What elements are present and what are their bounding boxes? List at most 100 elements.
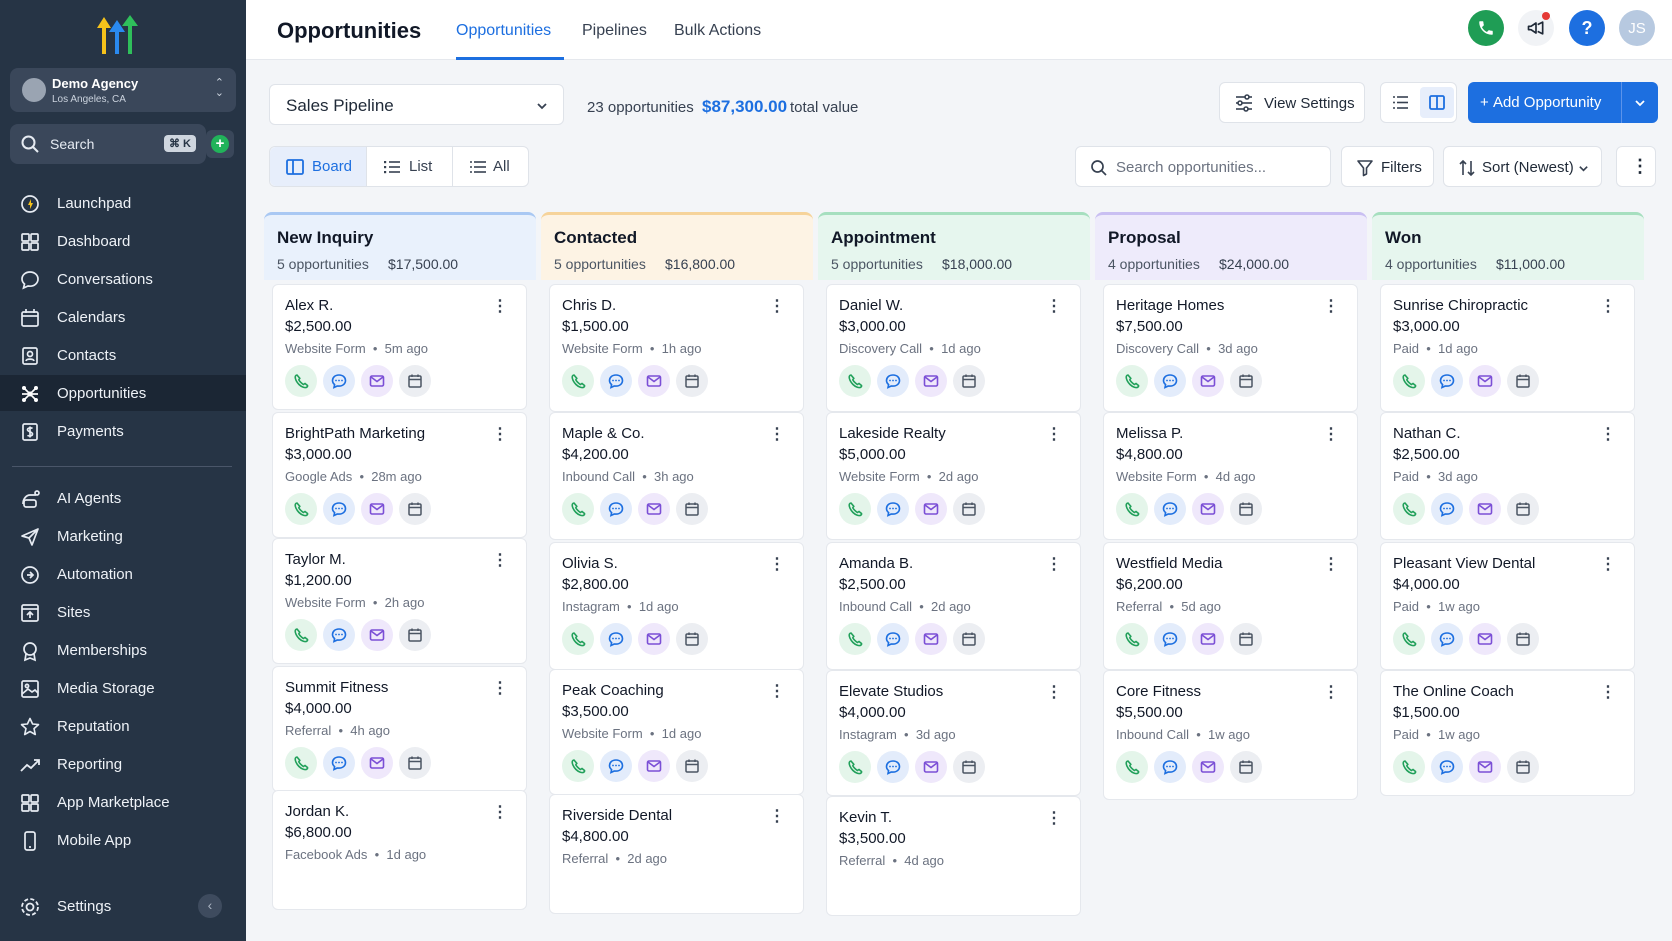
opportunity-card[interactable]: Riverside Dental ⋮ $4,800.00 Referral • 2d … [549,794,804,914]
sms-action-button[interactable] [600,365,632,397]
sms-action-button[interactable] [323,365,355,397]
card-menu-button[interactable]: ⋮ [492,681,508,697]
email-action-button[interactable] [361,619,393,651]
card-menu-button[interactable]: ⋮ [769,299,785,315]
email-action-button[interactable] [915,365,947,397]
email-action-button[interactable] [361,365,393,397]
card-menu-button[interactable]: ⋮ [1600,427,1616,443]
user-avatar[interactable]: JS [1619,10,1655,46]
chevron-down-icon[interactable] [1634,97,1646,109]
opportunity-card[interactable]: Melissa P. ⋮ $4,800.00 Website Form • 4d ag… [1103,412,1358,540]
calendar-action-button[interactable] [1507,623,1539,655]
tab-pipelines[interactable]: Pipelines [582,22,647,40]
sms-action-button[interactable] [600,623,632,655]
view-tab-list[interactable]: List [367,147,452,186]
calendar-action-button[interactable] [953,623,985,655]
opportunity-card[interactable]: Pleasant View Dental ⋮ $4,000.00 Paid • 1w … [1380,542,1635,670]
calendar-action-button[interactable] [676,365,708,397]
opportunity-card[interactable]: Summit Fitness ⋮ $4,000.00 Referral • 4h ag… [272,666,527,792]
email-action-button[interactable] [1192,493,1224,525]
opportunity-card[interactable]: BrightPath Marketing ⋮ $3,000.00 Google Ads… [272,412,527,538]
card-menu-button[interactable]: ⋮ [1323,427,1339,443]
add-opportunity-button[interactable]: + Add Opportunity [1468,82,1658,123]
opportunity-card[interactable]: Chris D. ⋮ $1,500.00 Website Form • 1h ago [549,284,804,412]
sidebar-item-conversations[interactable]: Conversations [0,261,246,297]
opportunity-card[interactable]: Maple & Co. ⋮ $4,200.00 Inbound Call • 3h a… [549,412,804,540]
card-menu-button[interactable]: ⋮ [1046,811,1062,827]
call-action-button[interactable] [1116,365,1148,397]
calendar-action-button[interactable] [399,493,431,525]
sidebar-item-payments[interactable]: Payments [0,413,246,449]
opportunity-card[interactable]: Daniel W. ⋮ $3,000.00 Discovery Call • 1d a… [826,284,1081,412]
sidebar-item-marketing[interactable]: Marketing [0,518,246,554]
email-action-button[interactable] [1469,751,1501,783]
sms-action-button[interactable] [1431,493,1463,525]
call-action-button[interactable] [839,623,871,655]
calendar-action-button[interactable] [1230,365,1262,397]
board-layout-button[interactable] [1420,87,1454,118]
card-menu-button[interactable]: ⋮ [1323,299,1339,315]
calendar-action-button[interactable] [953,493,985,525]
announcements-button[interactable] [1518,10,1554,46]
calendar-action-button[interactable] [1507,493,1539,525]
call-action-button[interactable] [1393,493,1425,525]
sms-action-button[interactable] [1154,751,1186,783]
search-opportunities-input[interactable]: Search opportunities... [1075,146,1331,187]
sidebar-item-mobile-app[interactable]: Mobile App [0,822,246,858]
card-menu-button[interactable]: ⋮ [492,299,508,315]
card-menu-button[interactable]: ⋮ [1046,557,1062,573]
sms-action-button[interactable] [323,493,355,525]
calendar-action-button[interactable] [676,623,708,655]
call-action-button[interactable] [1116,493,1148,525]
call-action-button[interactable] [839,751,871,783]
email-action-button[interactable] [361,747,393,779]
card-menu-button[interactable]: ⋮ [769,557,785,573]
email-action-button[interactable] [638,493,670,525]
opportunity-card[interactable]: Kevin T. ⋮ $3,500.00 Referral • 4d ago [826,796,1081,916]
call-action-button[interactable] [839,365,871,397]
email-action-button[interactable] [915,623,947,655]
email-action-button[interactable] [1192,365,1224,397]
view-tab-board[interactable]: Board [270,147,366,186]
collapse-sidebar-button[interactable]: ‹ [198,894,222,918]
call-action-button[interactable] [1116,751,1148,783]
opportunity-card[interactable]: Taylor M. ⋮ $1,200.00 Website Form • 2h ago [272,538,527,664]
email-action-button[interactable] [1192,751,1224,783]
card-menu-button[interactable]: ⋮ [1046,685,1062,701]
card-menu-button[interactable]: ⋮ [492,553,508,569]
call-action-button[interactable] [562,750,594,782]
sms-action-button[interactable] [877,493,909,525]
card-menu-button[interactable]: ⋮ [1046,299,1062,315]
tab-bulk-actions[interactable]: Bulk Actions [674,22,761,40]
sidebar-item-media-storage[interactable]: Media Storage [0,670,246,706]
opportunity-card[interactable]: Sunrise Chiropractic ⋮ $3,000.00 Paid • 1d … [1380,284,1635,412]
call-action-button[interactable] [285,619,317,651]
sidebar-item-automation[interactable]: Automation [0,556,246,592]
calendar-action-button[interactable] [399,365,431,397]
opportunity-card[interactable]: Lakeside Realty ⋮ $5,000.00 Website Form • … [826,412,1081,540]
email-action-button[interactable] [1469,493,1501,525]
sms-action-button[interactable] [1431,751,1463,783]
phone-button[interactable] [1468,10,1504,46]
opportunity-card[interactable]: Amanda B. ⋮ $2,500.00 Inbound Call • 2d ago [826,542,1081,670]
calendar-action-button[interactable] [676,750,708,782]
call-action-button[interactable] [285,365,317,397]
opportunity-card[interactable]: Alex R. ⋮ $2,500.00 Website Form • 5m ago [272,284,527,410]
card-menu-button[interactable]: ⋮ [769,427,785,443]
calendar-action-button[interactable] [953,751,985,783]
card-menu-button[interactable]: ⋮ [1046,427,1062,443]
call-action-button[interactable] [562,623,594,655]
sidebar-item-opportunities[interactable]: Opportunities [0,375,246,411]
sms-action-button[interactable] [1154,623,1186,655]
card-menu-button[interactable]: ⋮ [769,809,785,825]
opportunity-card[interactable]: Peak Coaching ⋮ $3,500.00 Website Form • 1d… [549,669,804,795]
card-menu-button[interactable]: ⋮ [1600,299,1616,315]
sidebar-item-dashboard[interactable]: Dashboard [0,223,246,259]
help-button[interactable]: ? [1569,10,1605,46]
sidebar-item-app-marketplace[interactable]: App Marketplace [0,784,246,820]
email-action-button[interactable] [638,623,670,655]
email-action-button[interactable] [915,751,947,783]
call-action-button[interactable] [1393,365,1425,397]
sidebar-item-reporting[interactable]: Reporting [0,746,246,782]
email-action-button[interactable] [638,365,670,397]
